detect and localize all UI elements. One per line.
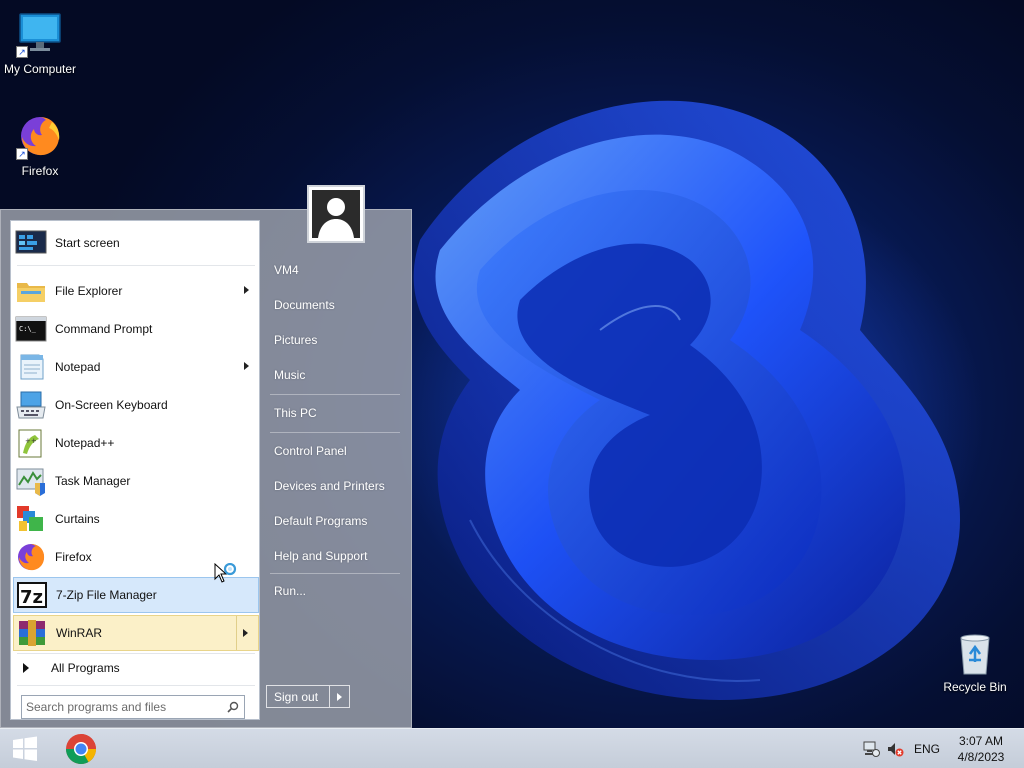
desktop-icon-label: Firefox [21,164,59,178]
windows-logo-icon [13,736,37,761]
start-item-start-screen[interactable]: Start screen [13,225,259,261]
start-item-task-manager[interactable]: Task Manager [13,463,259,499]
start-item-label: WinRAR [56,626,103,640]
search-icon[interactable] [222,696,244,718]
start-item-label: Notepad [55,360,101,374]
start-menu: Start screen File Explorer C:\_ Command … [0,209,412,728]
network-icon[interactable] [862,740,880,758]
submenu-arrow-icon[interactable] [244,362,249,370]
start-link-vm4[interactable]: VM4 [268,255,404,285]
start-screen-icon [15,227,47,259]
shortcut-arrow-icon: ↗ [16,46,28,58]
notepad-icon [15,351,47,383]
firefox-icon [15,541,47,573]
start-item-notepadpp[interactable]: ++ Notepad++ [13,425,259,461]
taskbar-chrome-button[interactable] [58,731,104,767]
desktop-icon-recycle-bin[interactable]: Recycle Bin [935,632,1015,694]
start-link-pictures[interactable]: Pictures [268,325,404,355]
start-item-label: Notepad++ [55,436,115,450]
start-link-devices-and-printers[interactable]: Devices and Printers [268,471,404,501]
start-item-label: Firefox [55,550,92,564]
search-input[interactable] [22,697,222,717]
desktop-icon-my-computer[interactable]: ↗ My Computer [0,10,80,76]
shortcut-arrow-icon: ↗ [16,148,28,160]
all-programs-label: All Programs [51,661,120,675]
submenu-arrow-icon[interactable] [243,629,248,637]
start-item-label: Curtains [55,512,100,526]
notepadpp-icon: ++ [15,427,47,459]
start-link-documents[interactable]: Documents [268,290,404,320]
start-menu-programs-pane: Start screen File Explorer C:\_ Command … [10,220,260,720]
user-avatar[interactable] [307,185,365,243]
triangle-right-icon [23,663,29,673]
sign-out-label: Sign out [274,689,319,704]
start-link-default-programs[interactable]: Default Programs [268,506,404,536]
curtains-icon [15,503,47,535]
volume-muted-icon[interactable] [886,740,904,758]
divider [17,653,255,654]
start-button[interactable] [0,729,50,768]
winrar-icon [16,617,48,649]
start-item-label: Start screen [55,236,120,250]
clock-date: 4/8/2023 [957,750,1005,764]
start-item-on-screen-keyboard[interactable]: On-Screen Keyboard [13,387,259,423]
sign-out-button[interactable]: Sign out [266,685,350,708]
start-link-this-pc[interactable]: This PC [268,398,404,428]
terminal-icon: C:\_ [15,313,47,345]
start-item-notepad[interactable]: Notepad [13,349,259,385]
task-manager-icon [15,465,47,497]
svg-text:C:\_: C:\_ [19,325,37,333]
input-language-indicator[interactable]: ENG [914,742,940,756]
7zip-icon: 7z [16,579,48,611]
clock-time: 3:07 AM [958,734,1004,748]
start-link-control-panel[interactable]: Control Panel [268,436,404,466]
start-item-label: On-Screen Keyboard [55,398,168,412]
start-link-run[interactable]: Run... [268,576,404,606]
svg-text:7z: 7z [20,587,43,608]
folder-icon [15,275,47,307]
divider [270,432,400,433]
svg-text:++: ++ [25,437,37,445]
start-item-label: Task Manager [55,474,131,488]
divider [270,394,400,395]
desktop-icon-firefox[interactable]: ↗ Firefox [0,112,80,178]
start-item-file-explorer[interactable]: File Explorer [13,273,259,309]
desktop-icon-label: My Computer [3,62,77,76]
start-item-label: 7-Zip File Manager [56,588,157,602]
submenu-arrow-icon[interactable] [244,286,249,294]
taskbar: ENG 3:07 AM 4/8/2023 [0,728,1024,768]
chrome-icon [66,734,96,765]
search-box[interactable] [21,695,245,719]
divider [17,265,255,266]
start-item-label: File Explorer [55,284,123,298]
taskbar-clock[interactable]: 3:07 AM 4/8/2023 [950,733,1012,765]
start-item-winrar[interactable]: WinRAR [13,615,259,651]
divider [17,685,255,686]
all-programs-button[interactable]: All Programs [17,657,255,679]
divider [270,573,400,574]
start-link-music[interactable]: Music [268,360,404,390]
mouse-cursor-busy-icon [214,562,240,590]
triangle-right-icon [337,692,342,701]
start-link-help-and-support[interactable]: Help and Support [268,541,404,571]
keyboard-icon [15,389,47,421]
user-silhouette-icon [312,190,360,238]
start-item-command-prompt[interactable]: C:\_ Command Prompt [13,311,259,347]
start-item-curtains[interactable]: Curtains [13,501,259,537]
desktop-icon-label: Recycle Bin [943,680,1007,694]
firefox-icon: ↗ [16,112,64,160]
recycle-bin-icon [955,632,995,676]
start-item-label: Command Prompt [55,322,153,336]
sign-out-options-button[interactable] [329,686,349,707]
monitor-icon: ↗ [16,10,64,58]
